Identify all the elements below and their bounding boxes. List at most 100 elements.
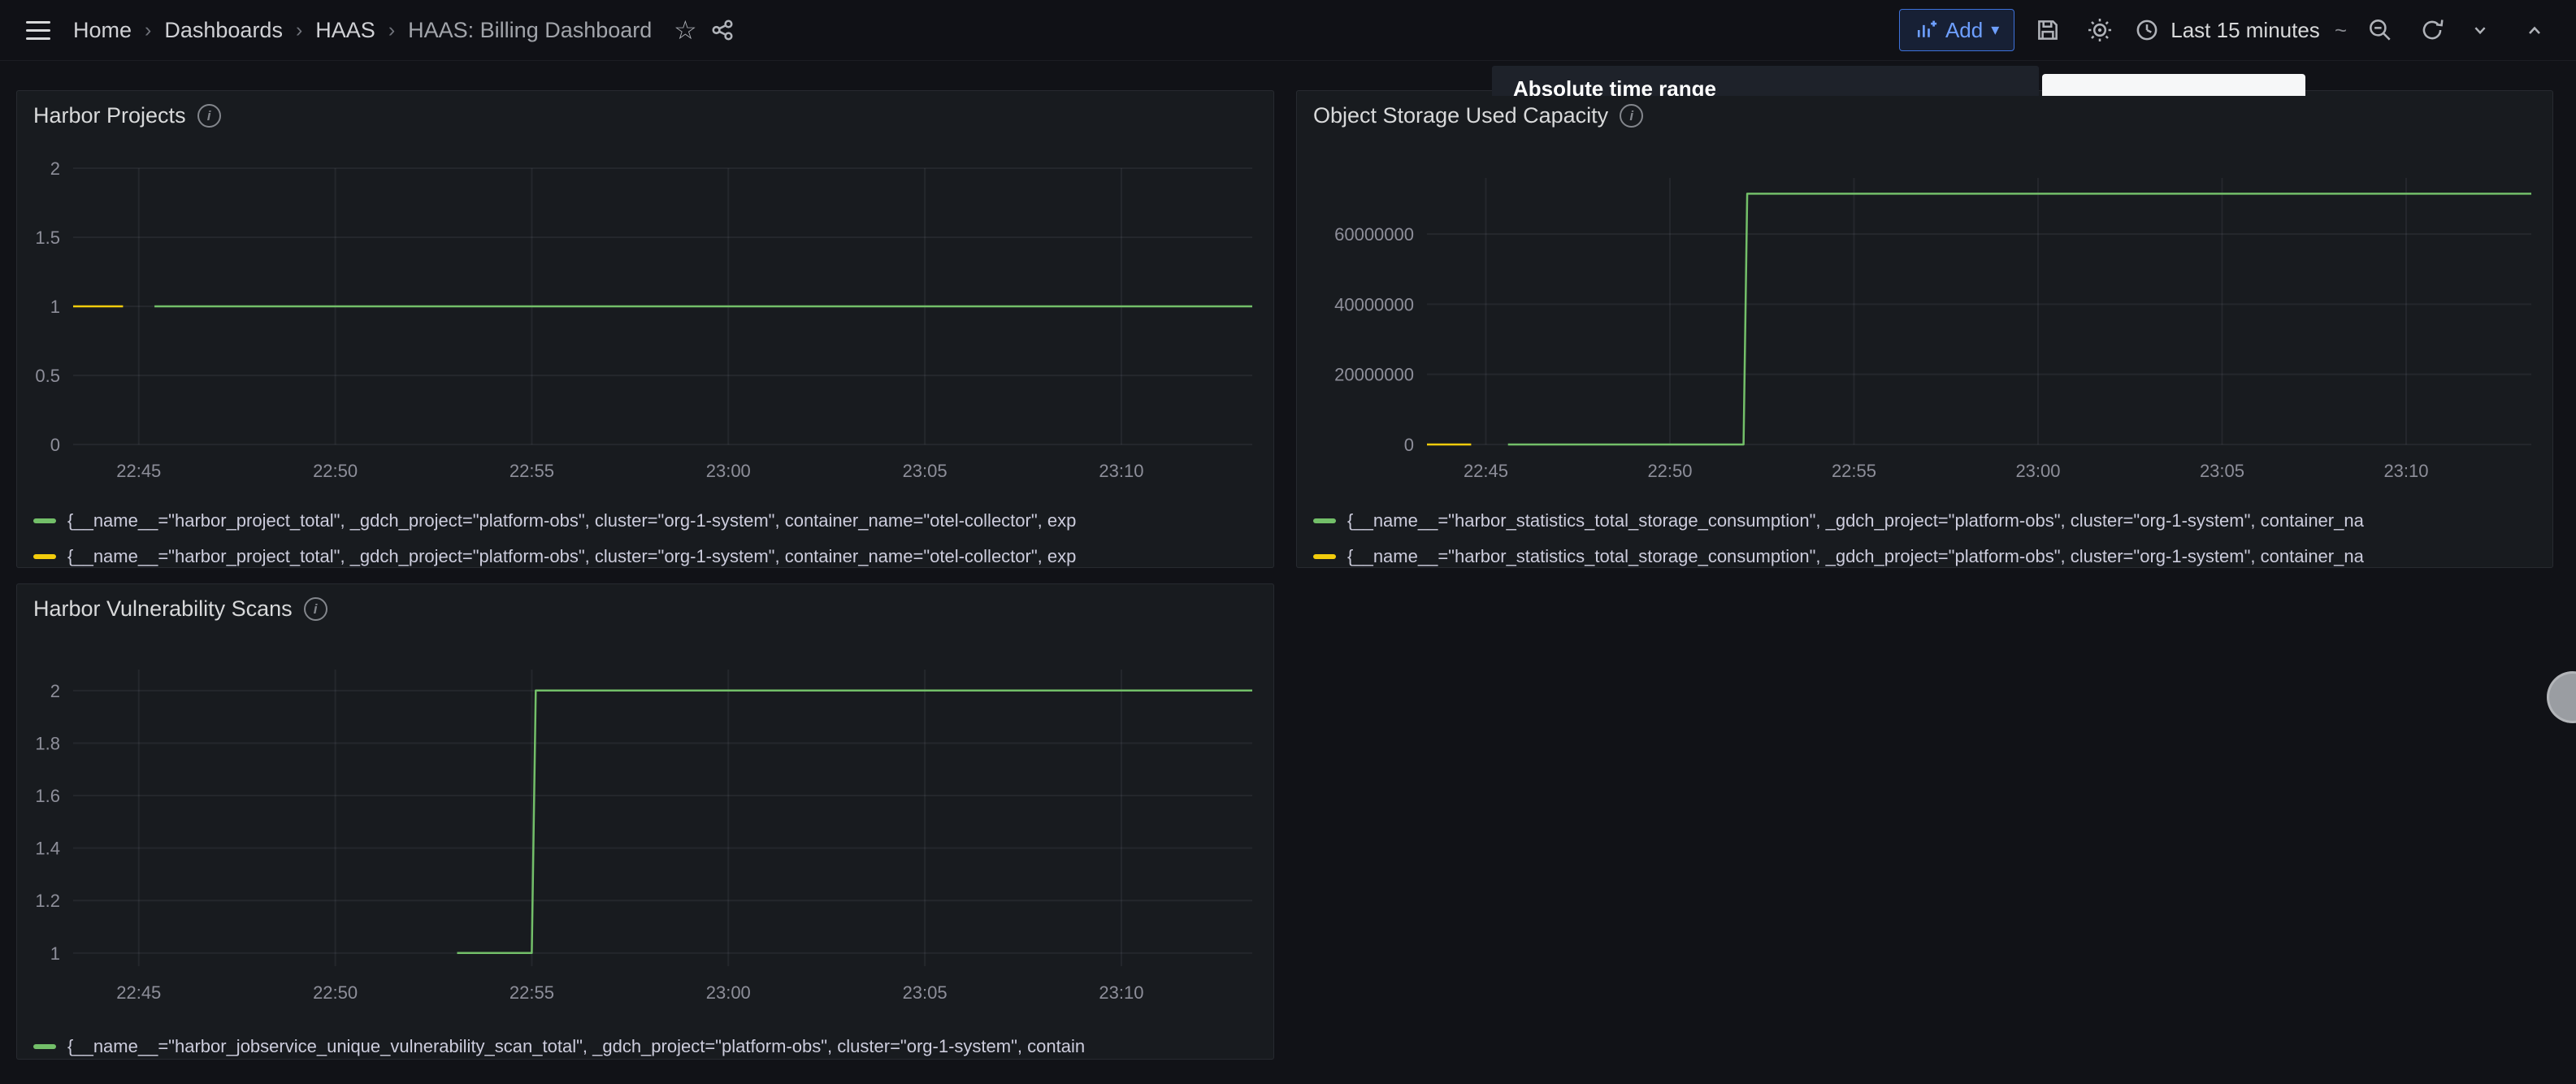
add-button-label: Add	[1945, 18, 1983, 43]
breadcrumb-home[interactable]: Home	[73, 18, 132, 43]
legend: {__name__="harbor_project_total", _gdch_…	[17, 501, 1273, 568]
breadcrumb: Home › Dashboards › HAAS › HAAS: Billing…	[73, 18, 652, 43]
y-axis-tick-label: 0.5	[35, 366, 60, 386]
x-axis-tick-label: 22:50	[313, 982, 358, 1003]
y-axis-tick-label: 0	[1404, 435, 1414, 455]
time-series-chart[interactable]: 11.21.41.61.8222:4522:5022:5523:0023:052…	[17, 633, 1273, 1027]
dashboard-settings-button[interactable]	[2081, 11, 2118, 49]
breadcrumb-folder[interactable]: HAAS	[315, 18, 375, 43]
info-icon[interactable]: i	[197, 104, 221, 128]
x-axis-tick-label: 22:45	[1464, 461, 1508, 481]
series-line	[458, 691, 1253, 953]
time-series-chart[interactable]: 0 20000000 40000000 60000000 22:45 22:50 22:55…	[1297, 140, 2552, 501]
y-axis-tick-label: 1.2	[35, 891, 60, 911]
share-button[interactable]	[704, 11, 741, 49]
y-axis-tick-label: 0	[50, 435, 60, 455]
x-axis-tick-label: 23:00	[706, 461, 751, 481]
breadcrumb-separator-icon: ›	[145, 19, 151, 42]
breadcrumb-dashboards[interactable]: Dashboards	[164, 18, 283, 43]
panel-title[interactable]: Harbor Vulnerability Scans	[33, 596, 293, 622]
x-axis-tick-label: 22:45	[116, 461, 161, 481]
legend-item[interactable]: {__name__="harbor_jobservice_unique_vuln…	[33, 1029, 1273, 1060]
y-axis-tick-label: 40000000	[1334, 294, 1414, 314]
chart-canvas[interactable]: 0 20000000 40000000 60000000 22:45 22:50 22:55…	[1297, 140, 2552, 497]
y-axis-tick-label: 2	[50, 681, 60, 701]
breadcrumb-current: HAAS: Billing Dashboard	[408, 18, 652, 43]
chevron-up-icon	[2522, 17, 2548, 43]
x-axis-tick-label: 23:05	[903, 461, 948, 481]
x-axis-tick-label: 23:10	[1099, 982, 1143, 1003]
clock-icon	[2133, 16, 2161, 44]
menu-button[interactable]	[20, 11, 57, 49]
chart-canvas[interactable]: 11.21.41.61.8222:4522:5022:5523:0023:052…	[17, 633, 1273, 1023]
save-dashboard-button[interactable]	[2029, 11, 2066, 49]
collapse-toolbar-button[interactable]	[2516, 11, 2553, 49]
legend: {__name__="harbor_statistics_total_stora…	[1297, 501, 2552, 568]
panel-header: Harbor Projects i	[17, 91, 1273, 140]
x-axis-tick-label: 23:05	[2200, 461, 2244, 481]
info-icon[interactable]: i	[304, 597, 327, 621]
legend-item[interactable]: {__name__="harbor_statistics_total_stora…	[1313, 539, 2552, 568]
panel-title[interactable]: Harbor Projects	[33, 103, 186, 128]
legend-item[interactable]: {__name__="harbor_statistics_total_stora…	[1313, 503, 2552, 539]
legend-item[interactable]: {__name__="harbor_project_total", _gdch_…	[33, 539, 1273, 568]
favorite-star-button[interactable]: ☆	[666, 11, 704, 49]
refresh-interval-dropdown[interactable]	[2465, 11, 2495, 49]
toolbar: Home › Dashboards › HAAS › HAAS: Billing…	[0, 0, 2576, 61]
legend-swatch-icon	[33, 554, 56, 559]
share-icon	[709, 16, 736, 44]
y-axis-tick-label: 1.8	[35, 733, 60, 753]
add-panel-icon	[1915, 19, 1937, 41]
legend-label[interactable]: {__name__="harbor_jobservice_unique_vuln…	[67, 1036, 1085, 1057]
panel-object-storage-used-capacity: Object Storage Used Capacity i 0 20000000…	[1296, 90, 2553, 568]
timezone-indicator: ~	[2335, 18, 2347, 43]
time-range-picker[interactable]: Last 15 minutes	[2133, 16, 2320, 44]
time-picker-input[interactable]	[2042, 74, 2305, 96]
panel-header: Harbor Vulnerability Scans i	[17, 584, 1273, 633]
info-icon[interactable]: i	[1620, 104, 1643, 128]
legend-label[interactable]: {__name__="harbor_project_total", _gdch_…	[67, 546, 1076, 567]
add-button[interactable]: Add ▾	[1899, 9, 2014, 51]
save-icon	[2034, 16, 2062, 44]
x-axis-tick-label: 22:45	[116, 982, 161, 1003]
hamburger-icon	[26, 21, 50, 40]
panel-harbor-projects: Harbor Projects i 0 0.5 1 1.5 2 22:45 22:50 22:…	[16, 90, 1274, 568]
star-icon: ☆	[674, 17, 697, 43]
y-axis-tick-label: 2	[50, 158, 60, 179]
refresh-icon	[2418, 16, 2446, 44]
x-axis-tick-label: 22:55	[510, 461, 554, 481]
gear-icon	[2086, 16, 2114, 44]
zoom-out-button[interactable]	[2361, 11, 2399, 49]
legend-swatch-icon	[1313, 518, 1336, 523]
x-axis-tick-label: 22:55	[510, 982, 554, 1003]
breadcrumb-separator-icon: ›	[388, 19, 395, 42]
legend-label[interactable]: {__name__="harbor_project_total", _gdch_…	[67, 510, 1076, 531]
legend-label[interactable]: {__name__="harbor_statistics_total_stora…	[1347, 546, 2364, 567]
time-series-chart[interactable]: 0 0.5 1 1.5 2 22:45 22:50 22:55 23:00 23:05 23:10	[17, 140, 1273, 501]
y-axis-tick-label: 20000000	[1334, 365, 1414, 385]
x-axis-tick-label: 22:55	[1832, 461, 1876, 481]
y-axis-tick-label: 60000000	[1334, 224, 1414, 245]
x-axis-tick-label: 23:05	[903, 982, 948, 1003]
time-picker-dropdown: Absolute time range	[1492, 66, 2039, 96]
x-axis-tick-label: 23:00	[706, 982, 751, 1003]
legend-label[interactable]: {__name__="harbor_statistics_total_stora…	[1347, 510, 2364, 531]
refresh-button[interactable]	[2413, 11, 2451, 49]
caret-down-icon: ▾	[1991, 22, 1999, 38]
legend-item[interactable]: {__name__="harbor_project_total", _gdch_…	[33, 503, 1273, 539]
absolute-time-range-label: Absolute time range	[1513, 76, 1716, 96]
panel-header: Object Storage Used Capacity i	[1297, 91, 2552, 140]
legend-swatch-icon	[33, 518, 56, 523]
y-axis-tick-label: 1.5	[35, 228, 60, 248]
x-axis-tick-label: 22:50	[313, 461, 358, 481]
y-axis-tick-label: 1.6	[35, 786, 60, 806]
scroll-indicator[interactable]	[2547, 671, 2576, 723]
x-axis-tick-label: 23:10	[2383, 461, 2428, 481]
y-axis-tick-label: 1	[50, 943, 60, 964]
panel-harbor-vulnerability-scans: Harbor Vulnerability Scans i 11.21.41.61…	[16, 583, 1274, 1060]
x-axis-tick-label: 23:10	[1099, 461, 1143, 481]
x-axis-tick-label: 22:50	[1647, 461, 1692, 481]
panel-title[interactable]: Object Storage Used Capacity	[1313, 103, 1608, 128]
y-axis-tick-label: 1	[50, 297, 60, 317]
chart-canvas[interactable]: 0 0.5 1 1.5 2 22:45 22:50 22:55 23:00 23:05 23:10	[17, 140, 1273, 497]
